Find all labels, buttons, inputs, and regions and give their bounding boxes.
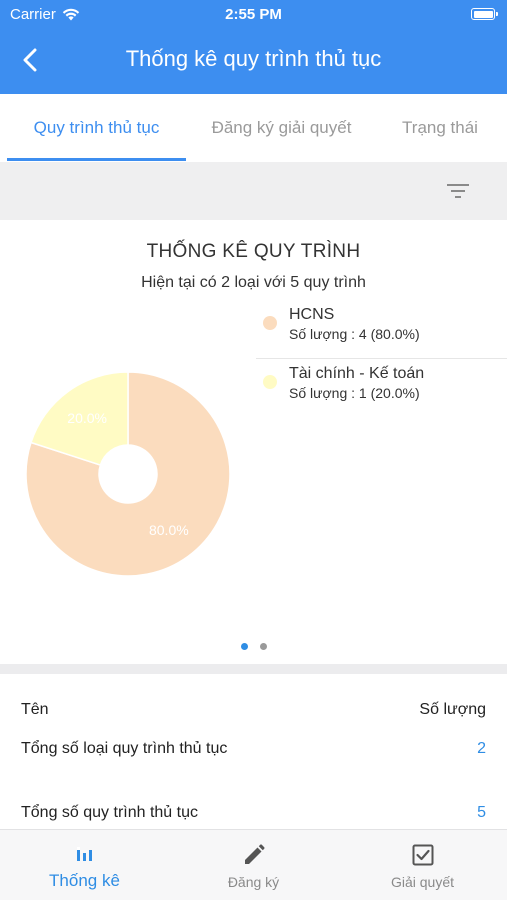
filter-bar (0, 162, 507, 220)
stats-row-label: Tổng số loại quy trình thủ tục (21, 740, 228, 757)
stats-table: Tên Số lượng Tổng số loại quy trình thủ … (0, 674, 507, 829)
chart-card[interactable]: THỐNG KÊ QUY TRÌNH Hiện tại có 2 loại vớ… (0, 220, 507, 664)
stats-row: Tổng số loại quy trình thủ tục 2 (21, 740, 486, 758)
bar-chart-icon (76, 847, 92, 861)
tabbar-item-thong-ke[interactable]: Thống kê (0, 830, 169, 900)
stats-header-row: Tên Số lượng (21, 701, 486, 719)
tab-quy-trinh-thu-tuc[interactable]: Quy trình thủ tục (7, 94, 186, 162)
stats-row-value: 5 (477, 804, 486, 821)
top-tabs: Quy trình thủ tục Đăng ký giải quyết Trạ… (0, 94, 507, 162)
tabbar-label: Thống kê (49, 871, 120, 890)
nav-header: Carrier 2:55 PM Thống kê quy trình thủ t… (0, 0, 507, 94)
clock: 2:55 PM (225, 6, 282, 23)
legend-label: Tài chính - Kế toán (289, 365, 425, 382)
checkbox-icon (412, 844, 433, 866)
tabbar-item-dang-ky[interactable]: Đăng ký (169, 830, 338, 900)
chart-legend: HCNS Số lượng : 4 (80.0%) Tài chính - Kế… (256, 300, 507, 416)
column-header-count: Số lượng (419, 701, 486, 718)
pencil-icon (244, 844, 265, 864)
tabbar-label: Giải quyết (390, 874, 455, 890)
battery-icon (471, 8, 498, 20)
section-divider (0, 664, 507, 674)
tabbar-label: Đăng ký (227, 874, 280, 890)
filter-icon (447, 184, 469, 198)
column-header-name: Tên (21, 701, 49, 718)
page-dot[interactable] (259, 643, 267, 650)
tabbar-item-giai-quyet[interactable]: Giải quyết (338, 830, 507, 900)
legend-count: Số lượng : 1 (20.0%) (289, 385, 420, 401)
bottom-tab-bar: Thống kê Đăng ký Giải quyết (0, 829, 507, 900)
chart-title: THỐNG KÊ QUY TRÌNH (146, 241, 361, 262)
chart-subtitle: Hiện tại có 2 loại với 5 quy trình (141, 274, 366, 291)
active-tab-indicator (7, 158, 186, 161)
chevron-left-icon (23, 48, 37, 72)
legend-item-tai-chinh: Tài chính - Kế toán Số lượng : 1 (20.0%) (256, 358, 507, 416)
tab-dang-ky-giai-quyet[interactable]: Đăng ký giải quyết (190, 94, 373, 162)
tab-trang-thai[interactable]: Trạng thái (380, 94, 500, 162)
legend-swatch (263, 316, 277, 330)
pie-slice-label: 20.0% (67, 410, 107, 426)
stats-row: Tổng số quy trình thủ tục 5 (21, 804, 486, 822)
stats-row-label: Tổng số quy trình thủ tục (21, 804, 198, 821)
back-button[interactable] (12, 42, 48, 78)
page-dot-active[interactable] (240, 643, 248, 650)
filter-button[interactable] (445, 179, 471, 203)
legend-swatch (263, 375, 277, 389)
page-indicator (0, 643, 507, 650)
page-title: Thống kê quy trình thủ tục (125, 46, 382, 71)
legend-item-hcns: HCNS Số lượng : 4 (80.0%) (256, 300, 507, 358)
pie-chart[interactable]: 80.0% 20.0% (22, 368, 234, 580)
legend-count: Số lượng : 4 (80.0%) (289, 326, 420, 342)
pie-slice-label: 80.0% (149, 522, 189, 538)
status-bar: Carrier 2:55 PM (0, 0, 507, 28)
stats-row-value: 2 (477, 740, 486, 757)
legend-label: HCNS (289, 306, 335, 323)
